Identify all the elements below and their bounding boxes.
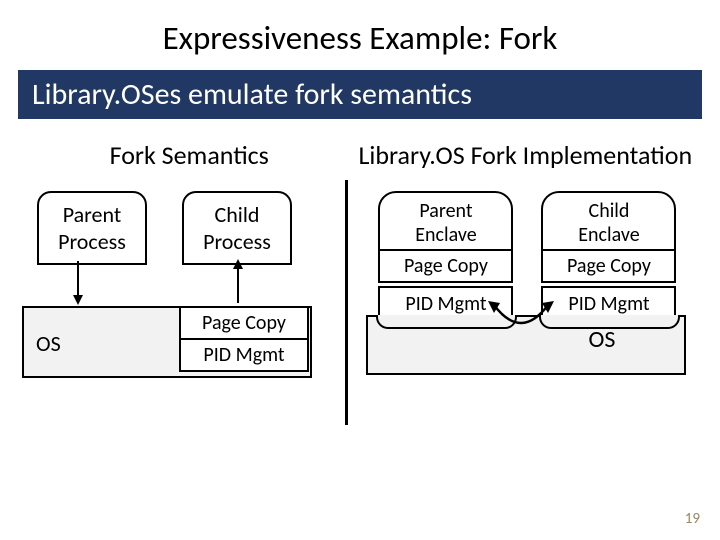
parent-enclave-title: Parent Enclave [380, 199, 511, 249]
right-column: Library.OS Fork Implementation Parent En… [346, 139, 698, 391]
curved-arrow-icon [486, 301, 556, 333]
pid-mgmt-cell: PID Mgmt [179, 340, 309, 372]
parent-enclave-box: Parent Enclave Page Copy [378, 191, 513, 283]
child-page-copy: Page Copy [543, 249, 674, 281]
os-label: OS [36, 330, 61, 357]
right-diagram: Parent Enclave Page Copy Child Enclave P… [346, 191, 698, 391]
right-heading: Library.OS Fork Implementation [346, 139, 698, 171]
arrow-up-icon [237, 261, 239, 303]
diagram-columns: Fork Semantics Parent Process Child Proc… [0, 139, 720, 391]
left-heading: Fork Semantics [22, 139, 346, 171]
os-box: OS Page Copy PID Mgmt [22, 306, 312, 378]
arrow-down-icon [77, 261, 79, 303]
banner: Library.OSes emulate fork semantics [18, 70, 702, 119]
child-enclave-title: Child Enclave [543, 199, 674, 249]
slide-title: Expressiveness Example: Fork [0, 0, 720, 70]
page-copy-cell: Page Copy [179, 306, 309, 340]
left-diagram: Parent Process Child Process OS Page Cop… [22, 191, 346, 391]
page-number: 19 [685, 510, 700, 528]
left-column: Fork Semantics Parent Process Child Proc… [22, 139, 346, 391]
child-process-box: Child Process [182, 191, 292, 265]
parent-process-box: Parent Process [37, 191, 147, 265]
child-enclave-box: Child Enclave Page Copy [541, 191, 676, 283]
os-stack: Page Copy PID Mgmt [179, 306, 309, 372]
os-right-label: OS [588, 325, 615, 354]
parent-page-copy: Page Copy [380, 249, 511, 281]
